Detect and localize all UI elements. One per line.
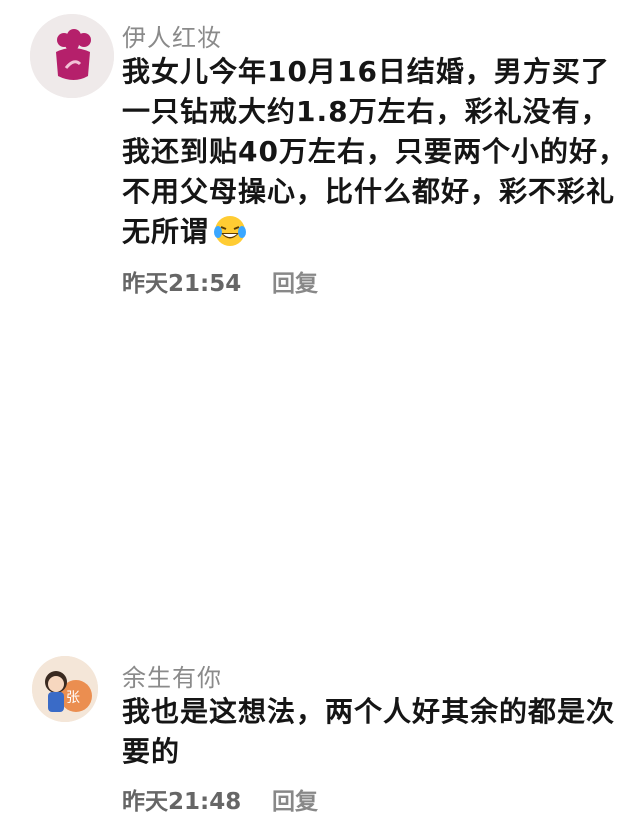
comment-username[interactable]: 余生有你	[122, 658, 222, 693]
comment-timestamp: 昨天21:48	[122, 789, 242, 815]
flower-avatar-icon[interactable]	[30, 14, 114, 98]
comment-text: 我女儿今年10月16日结婚，男方买了一只钻戒大约1.8万左右，彩礼没有，我还到贴…	[122, 55, 627, 248]
laughing-crying-emoji-icon	[213, 214, 247, 248]
comment-text: 我也是这想法，两个人好其余的都是次要的	[122, 695, 616, 768]
cartoon-girl-avatar-icon[interactable]: 张	[32, 656, 98, 722]
comment-timestamp: 昨天21:54	[122, 271, 242, 297]
comment-username[interactable]: 伊人红妆	[122, 18, 222, 53]
reply-button[interactable]: 回复	[272, 782, 318, 816]
comment-item: 伊人红妆 我女儿今年10月16日结婚，男方买了一只钻戒大约1.8万左右，彩礼没有…	[0, 0, 640, 320]
comment-item: 张 余生有你 我也是这想法，两个人好其余的都是次要的 昨天21:48 回复	[0, 320, 640, 815]
svg-text:张: 张	[66, 690, 80, 706]
reply-button[interactable]: 回复	[272, 264, 318, 298]
